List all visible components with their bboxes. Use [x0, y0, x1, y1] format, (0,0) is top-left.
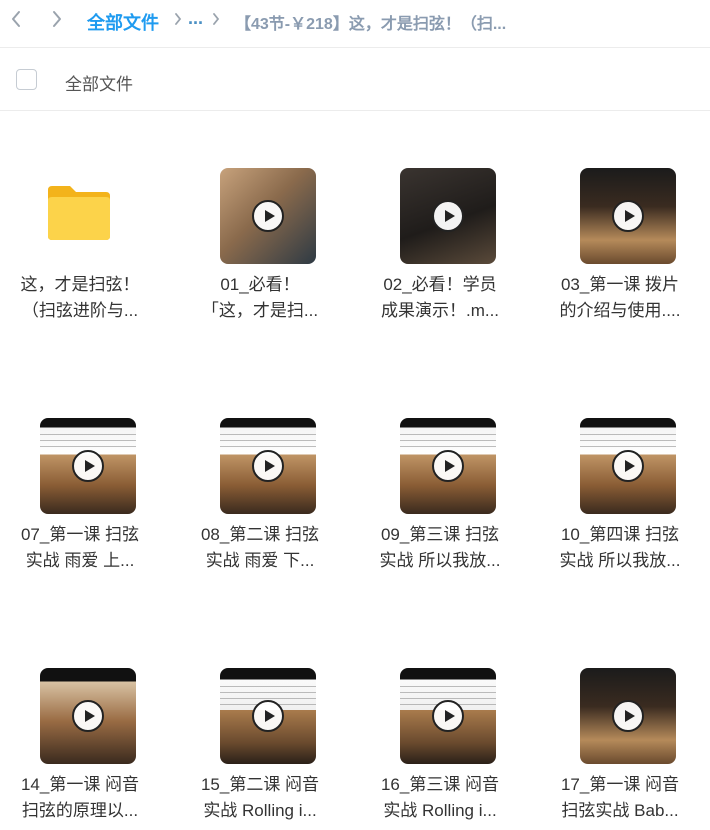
breadcrumb-root-link[interactable]: 全部文件: [87, 9, 159, 35]
video-item[interactable]: 09_第三课 扫弦 实战 所以我放...: [360, 362, 520, 570]
play-icon: [252, 450, 284, 482]
video-thumbnail: [220, 168, 316, 264]
video-thumbnail: [40, 668, 136, 764]
video-thumbnail: [400, 418, 496, 514]
folder-icon: [44, 182, 114, 244]
chevron-right-icon: [210, 12, 222, 26]
video-thumbnail: [400, 168, 496, 264]
video-item[interactable]: 15_第二课 闷音 实战 Rolling i...: [180, 612, 340, 820]
file-name-line2: 实战 雨爱 上...: [25, 551, 135, 570]
video-item[interactable]: 07_第一课 扫弦 实战 雨爱 上...: [0, 362, 160, 570]
file-name-line2: 实战 雨爱 下...: [205, 551, 315, 570]
file-name-line1: 15_第二课 闷音: [200, 775, 320, 794]
file-name-line2: 扫弦的原理以...: [21, 801, 139, 820]
top-navigation-bar: 全部文件 ... 【43节-￥218】这，才是扫弦！（扫...: [0, 0, 710, 48]
play-icon: [432, 700, 464, 732]
video-item[interactable]: 08_第二课 扫弦 实战 雨爱 下...: [180, 362, 340, 570]
play-icon: [432, 200, 464, 232]
folder-item[interactable]: 这，才是扫弦！ （扫弦进阶与...: [0, 112, 160, 320]
file-name-line1: 10_第四课 扫弦: [560, 525, 680, 544]
play-icon: [252, 700, 284, 732]
file-name-line2: （扫弦进阶与...: [21, 301, 139, 320]
video-thumbnail: [40, 418, 136, 514]
video-thumbnail: [580, 668, 676, 764]
video-item[interactable]: 17_第一课 闷音 扫弦实战 Bab...: [540, 612, 700, 820]
file-name-line1: 09_第三课 扫弦: [380, 525, 500, 544]
video-thumbnail: [580, 418, 676, 514]
file-name-line2: 实战 所以我放...: [379, 551, 501, 570]
video-item[interactable]: 14_第一课 闷音 扫弦的原理以...: [0, 612, 160, 820]
play-icon: [72, 450, 104, 482]
play-icon: [72, 700, 104, 732]
breadcrumb-ellipsis[interactable]: ...: [188, 8, 203, 29]
play-icon: [612, 700, 644, 732]
file-name-line2: 实战 所以我放...: [559, 551, 681, 570]
file-name-line2: 的介绍与使用....: [559, 301, 681, 320]
forward-icon[interactable]: [47, 9, 67, 29]
file-name-line1: 07_第一课 扫弦: [20, 525, 140, 544]
file-name-line1: 14_第一课 闷音: [20, 775, 140, 794]
video-thumbnail: [580, 168, 676, 264]
select-all-checkbox[interactable]: [16, 69, 37, 90]
file-name-line2: 扫弦实战 Bab...: [561, 801, 679, 820]
play-icon: [612, 200, 644, 232]
file-name-line1: 03_第一课 拨片: [560, 275, 680, 294]
play-icon: [252, 200, 284, 232]
play-icon: [432, 450, 464, 482]
video-item[interactable]: 10_第四课 扫弦 实战 所以我放...: [540, 362, 700, 570]
play-icon: [612, 450, 644, 482]
video-thumbnail: [220, 668, 316, 764]
file-name-line2: 「这，才是扫...: [201, 301, 319, 320]
video-item[interactable]: 01_必看！ 「这，才是扫...: [180, 112, 340, 320]
video-item[interactable]: 03_第一课 拨片 的介绍与使用....: [540, 112, 700, 320]
file-name-line2: 实战 Rolling i...: [383, 801, 497, 820]
selection-bar: 全部文件: [0, 49, 710, 111]
file-name-line2: 实战 Rolling i...: [203, 801, 317, 820]
file-name-line1: 01_必看！: [220, 275, 300, 294]
video-item[interactable]: 02_必看！学员 成果演示！.m...: [360, 112, 520, 320]
video-thumbnail: [220, 418, 316, 514]
video-item[interactable]: 16_第三课 闷音 实战 Rolling i...: [360, 612, 520, 820]
back-icon[interactable]: [6, 9, 26, 29]
file-name-line1: 16_第三课 闷音: [380, 775, 500, 794]
file-name-line1: 17_第一课 闷音: [560, 775, 680, 794]
breadcrumb-current-folder: 【43节-￥218】这，才是扫弦！（扫...: [235, 16, 507, 33]
chevron-right-icon: [172, 12, 184, 26]
file-name-line2: 成果演示！.m...: [380, 301, 500, 320]
file-name-line1: 这，才是扫弦！: [20, 275, 140, 294]
video-thumbnail: [400, 668, 496, 764]
file-name-line1: 08_第二课 扫弦: [200, 525, 320, 544]
file-grid: 这，才是扫弦！ （扫弦进阶与... 01_必看！ 「这，才是扫... 02_必看…: [0, 112, 710, 830]
select-all-label: 全部文件: [65, 75, 133, 94]
file-name-line1: 02_必看！学员: [383, 275, 497, 294]
